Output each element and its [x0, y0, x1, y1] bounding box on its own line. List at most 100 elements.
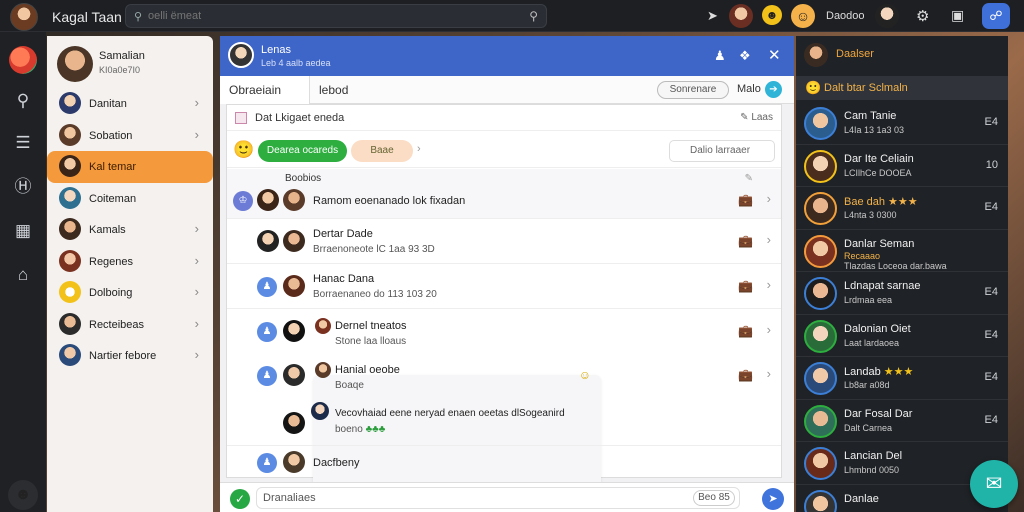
list-item-action[interactable]: E4: [985, 329, 998, 341]
add-user-icon[interactable]: ♟: [714, 48, 726, 64]
search-icon[interactable]: ⚲: [10, 88, 36, 114]
green-action-button[interactable]: Dearea ocareds: [258, 140, 347, 162]
close-icon[interactable]: ✕: [768, 46, 781, 64]
message-row[interactable]: ♟ Hanac Dana Borraenaneo do 113 103 20 💼…: [227, 265, 781, 309]
list-item[interactable]: Bae dah ★★★ L4nta 3 0300 E4: [796, 187, 1008, 230]
list-item-name: Dar Ite Celiain: [844, 152, 914, 165]
emoji-icon[interactable]: ☻: [762, 5, 782, 25]
avatar: [59, 312, 81, 335]
avatar: [315, 362, 331, 378]
message-row[interactable]: ♟ Dernel tneatos Stone laa lloaus 💼 ›: [227, 310, 781, 354]
emoji-icon[interactable]: 🙂: [233, 140, 254, 160]
list-icon[interactable]: ☰: [10, 130, 36, 156]
home-icon[interactable]: ⌂: [10, 262, 36, 288]
cart-icon[interactable]: ☍: [982, 3, 1010, 29]
message-row[interactable]: Vecovhaiad eene neryad enaen oeetas dlSo…: [227, 398, 781, 446]
bag-icon[interactable]: 💼: [738, 193, 753, 207]
list-item-action[interactable]: 10: [986, 159, 998, 171]
sidebar-item-label: Kal temar: [89, 161, 137, 173]
chevron-right-icon: ›: [194, 221, 199, 236]
search-submit-icon[interactable]: ⚲: [529, 9, 538, 23]
sidebar-item[interactable]: Regenes ›: [47, 246, 213, 278]
sidebar-item[interactable]: Danitan ›: [47, 88, 213, 120]
profile-avatar[interactable]: [10, 3, 38, 31]
sidebar-item[interactable]: Nartier febore ›: [47, 340, 213, 372]
smiley-icon[interactable]: ☺: [791, 4, 815, 28]
send-icon[interactable]: ➤: [762, 488, 784, 510]
checkbox[interactable]: [235, 112, 247, 124]
chevron-right-icon[interactable]: ›: [417, 143, 421, 155]
app-logo-icon[interactable]: [9, 46, 37, 74]
top-user-name[interactable]: Daodoo: [826, 10, 865, 22]
mode-toggle-icon[interactable]: ➔: [765, 81, 782, 98]
tab-other[interactable]: lebod: [319, 83, 348, 97]
panel-search[interactable]: Dalio larraaer: [669, 140, 775, 162]
list-item-action[interactable]: E4: [985, 201, 998, 213]
calendar-icon[interactable]: ▦: [10, 218, 36, 244]
list-item-action[interactable]: E4: [985, 371, 998, 383]
pin-icon[interactable]: ❖: [739, 48, 751, 64]
orange-action-button[interactable]: Baae: [351, 140, 413, 162]
message-row[interactable]: ♟ Dacfbeny: [227, 447, 781, 479]
list-item-action[interactable]: E4: [985, 414, 998, 426]
message-row[interactable]: ♟ Hanial oeobe Boaqe ☺ 💼 ›: [227, 354, 781, 398]
sidebar-item[interactable]: Coiteman: [47, 183, 213, 215]
avatar: [315, 318, 331, 334]
tab-active[interactable]: Obraeiain: [220, 76, 310, 104]
bag-icon[interactable]: 💼: [738, 279, 753, 293]
bag-icon[interactable]: 💼: [738, 234, 753, 248]
chevron-right-icon: ›: [194, 95, 199, 110]
sidebar-item[interactable]: Kamals ›: [47, 214, 213, 246]
right-panel-subheader[interactable]: 🙂 Dalt btar Sclmaln: [796, 76, 1008, 100]
message-row[interactable]: Dertar Dade Brraenoneote lC 1aa 93 3D 💼 …: [227, 220, 781, 264]
chat-support-icon[interactable]: ✉: [970, 460, 1018, 508]
user-status: KI0a0e7I0: [99, 65, 141, 75]
list-item[interactable]: Dar Fosal Dar Dalt Carnea E4: [796, 400, 1008, 442]
list-item[interactable]: Cam Tanie L4Ia 13 1a3 03 E4: [796, 102, 1008, 145]
emoji-icon[interactable]: ☻: [8, 480, 38, 510]
avatar[interactable]: [804, 43, 828, 67]
sidebar-item-active[interactable]: Kal temar: [47, 151, 213, 183]
subject-right-text: Laas: [751, 112, 773, 123]
sidebar-item[interactable]: Sobation ›: [47, 120, 213, 152]
avatar[interactable]: [228, 42, 254, 68]
window-icon[interactable]: ▣: [951, 7, 964, 24]
subject-right-label[interactable]: ✎ Laas: [740, 112, 773, 123]
list-item[interactable]: Dar Ite Celiain LCIlhCe DOOEA 10: [796, 145, 1008, 187]
chevron-right-icon[interactable]: ›: [767, 322, 771, 337]
list-item-action[interactable]: E4: [985, 116, 998, 128]
list-item-sub: L4nta 3 0300: [844, 210, 897, 220]
settings-icon[interactable]: ⚙: [916, 7, 929, 25]
check-icon[interactable]: ✓: [230, 489, 250, 509]
pin-icon[interactable]: ➤: [707, 8, 718, 24]
list-item-name: Landab ★★★: [844, 365, 913, 378]
list-item-action[interactable]: E4: [985, 286, 998, 298]
message-sender: Dertar Dade: [313, 228, 373, 240]
list-item[interactable]: Landab ★★★ Lb8ar a08d E4: [796, 357, 1008, 400]
bag-icon[interactable]: 💼: [738, 368, 753, 382]
list-item[interactable]: Danlar Seman Recaaao Tlazdas Loceoa dar.…: [796, 230, 1008, 272]
list-item[interactable]: Ldnapat sarnae Lrdmaa eea E4: [796, 272, 1008, 315]
chevron-right-icon: ›: [194, 252, 199, 268]
search-box[interactable]: ⚲ ⚲: [125, 4, 547, 28]
dollar-icon[interactable]: Ⓗ: [10, 174, 36, 200]
list-item[interactable]: Dalonian Oiet Laat lardaoea E4: [796, 315, 1008, 357]
more-icon[interactable]: ✎: [745, 173, 753, 184]
avatar: [57, 46, 93, 82]
chevron-right-icon[interactable]: ›: [767, 366, 771, 381]
current-user[interactable]: Samalian KI0a0e7I0: [57, 46, 207, 86]
sidebar-item[interactable]: Recteibeas ›: [47, 309, 213, 341]
contact-avatar[interactable]: [729, 4, 753, 28]
sidebar-item[interactable]: Dolboing ›: [47, 277, 213, 309]
filter-button[interactable]: Sonrenare: [657, 81, 729, 99]
chevron-right-icon[interactable]: ›: [767, 277, 771, 292]
bag-icon[interactable]: 💼: [738, 324, 753, 338]
chevron-right-icon[interactable]: ›: [767, 232, 771, 247]
message-input[interactable]: Dranaliaes Beo 85: [256, 487, 740, 509]
user-avatar[interactable]: [875, 4, 899, 28]
message-row[interactable]: Boobios ♔ Ramom eoenanado lok fixadan ✎ …: [227, 169, 781, 219]
list-item-sub: Lb8ar a08d: [844, 380, 890, 390]
message-preview: Boaqe: [335, 380, 364, 391]
search-input[interactable]: [148, 8, 508, 24]
chevron-right-icon[interactable]: ›: [767, 191, 771, 206]
